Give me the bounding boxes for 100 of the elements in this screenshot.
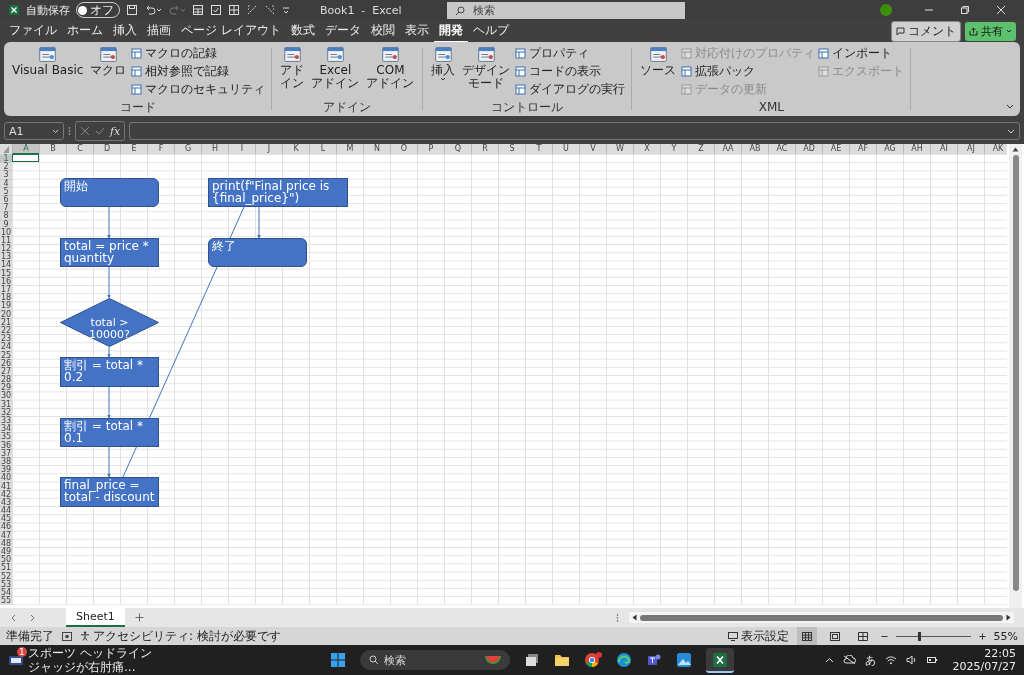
column-header[interactable]: Q [444, 144, 471, 154]
clock-time[interactable]: 22:05 [984, 647, 1016, 660]
ribbon-button[interactable]: アド イン [278, 44, 307, 101]
row-header[interactable]: 45 [0, 514, 12, 523]
row-header[interactable]: 9 [0, 219, 12, 228]
battery-icon[interactable] [925, 655, 938, 665]
display-settings-button[interactable]: 表示設定 [727, 627, 789, 645]
column-header[interactable]: M [336, 144, 363, 154]
wifi-icon[interactable] [884, 655, 897, 665]
taskbar-search-field[interactable]: 検索 [360, 650, 510, 670]
menu-tab[interactable]: ファイル [4, 19, 62, 43]
add-sheet-icon[interactable] [134, 613, 144, 622]
scroll-right-icon[interactable] [1006, 614, 1011, 621]
row-header[interactable]: 17 [0, 285, 12, 294]
menu-tab[interactable]: データ [319, 19, 366, 43]
column-header[interactable]: AF [849, 144, 876, 154]
grid-icon[interactable] [228, 4, 240, 16]
column-header[interactable]: D [93, 144, 120, 154]
row-header[interactable]: 48 [0, 538, 12, 547]
clock-date[interactable]: 2025/07/27 [952, 660, 1016, 673]
news-headline[interactable]: ジャッジが右肘痛... [28, 660, 152, 674]
menu-tab[interactable]: 描画 [142, 19, 176, 43]
menu-tab[interactable]: ヘルプ [467, 19, 514, 43]
row-header[interactable]: 22 [0, 325, 12, 335]
windows-start-icon[interactable] [330, 652, 346, 668]
row-header[interactable]: 10 [0, 227, 12, 236]
check-icon[interactable] [95, 126, 105, 136]
row-header[interactable]: 46 [0, 522, 12, 531]
row-header[interactable]: 18 [0, 293, 12, 302]
menu-tab[interactable]: 挿入 [108, 19, 142, 43]
column-header[interactable]: A [12, 144, 39, 154]
share-button[interactable]: 共有 [965, 21, 1016, 41]
column-header[interactable]: Y [660, 144, 687, 154]
menu-tab[interactable]: 数式 [285, 19, 320, 43]
column-header[interactable]: X [633, 144, 660, 154]
ribbon-button[interactable]: ソース [638, 44, 679, 101]
sheet-tab[interactable]: Sheet1 [66, 608, 125, 627]
insert-function-button[interactable]: fx [110, 124, 121, 138]
column-header[interactable]: C [66, 144, 93, 154]
search-field[interactable]: 検索 [447, 1, 686, 19]
customize-caret-icon[interactable] [282, 4, 290, 16]
row-header[interactable]: 26 [0, 358, 12, 367]
row-header[interactable]: 33 [0, 416, 12, 425]
slider-thumb[interactable] [918, 631, 922, 641]
row-header[interactable]: 23 [0, 334, 12, 343]
more-icon[interactable] [68, 126, 71, 136]
ribbon-button[interactable]: Visual Basic [10, 44, 86, 101]
row-header[interactable]: 43 [0, 497, 12, 507]
row-header[interactable]: 40 [0, 473, 12, 482]
scroll-thumb[interactable] [640, 614, 1003, 621]
row-header[interactable]: 16 [0, 276, 12, 285]
row-header[interactable]: 55 [0, 596, 12, 605]
ribbon-item[interactable]: コードの表示 [515, 63, 626, 80]
column-header[interactable]: H [201, 144, 228, 154]
cancel-icon[interactable] [80, 126, 90, 136]
column-header[interactable]: U [552, 144, 579, 154]
row-header[interactable]: 19 [0, 301, 12, 310]
horizontal-scrollbar[interactable] [629, 612, 1014, 623]
zoom-in-icon[interactable] [978, 632, 986, 640]
menu-tab[interactable]: ページ レイアウト [176, 19, 286, 43]
expand-caret-icon[interactable] [1007, 128, 1015, 134]
accessibility-button[interactable]: アクセシビリティ: 検討が必要です [80, 627, 281, 645]
formula-input[interactable] [129, 122, 1020, 140]
checkbox-icon[interactable] [210, 4, 222, 16]
row-header[interactable]: 1 [0, 154, 12, 163]
column-header[interactable]: AD [795, 144, 822, 154]
column-header[interactable]: T [525, 144, 552, 154]
column-header[interactable]: Z [687, 144, 714, 154]
ribbon-item[interactable]: プロパティ [515, 45, 626, 62]
row-header[interactable]: 44 [0, 506, 12, 515]
column-header[interactable]: AI [930, 144, 957, 154]
ribbon-item[interactable]: 拡張パック [681, 63, 816, 80]
row-header[interactable]: 14 [0, 260, 12, 269]
row-header[interactable]: 6 [0, 194, 12, 204]
zoom-level[interactable]: 55% [993, 629, 1018, 643]
cell-cursor[interactable] [12, 154, 39, 163]
ribbon-button[interactable]: COM アドイン [364, 44, 417, 101]
column-header[interactable]: AG [876, 144, 903, 154]
speaker-icon[interactable] [905, 655, 917, 665]
row-header[interactable]: 31 [0, 399, 12, 408]
previous-sheet-icon[interactable] [10, 613, 18, 622]
ribbon-button[interactable]: 挿入 [429, 44, 458, 101]
row-header[interactable]: 20 [0, 309, 12, 318]
row-header[interactable]: 42 [0, 489, 12, 498]
row-header[interactable]: 27 [0, 366, 12, 376]
avatar-icon[interactable] [880, 4, 892, 16]
row-header[interactable]: 53 [0, 579, 12, 588]
menu-tab[interactable]: 表示 [399, 19, 434, 43]
row-header[interactable]: 13 [0, 252, 12, 261]
column-header[interactable]: AC [768, 144, 795, 154]
ribbon-item[interactable]: マクロのセキュリティ [131, 81, 266, 98]
comment-button[interactable]: コメント [891, 20, 961, 42]
vertical-scrollbar[interactable] [1009, 144, 1022, 608]
column-header[interactable]: AE [822, 144, 849, 154]
next-sheet-icon[interactable] [28, 613, 36, 622]
menu-tab[interactable]: 校閲 [365, 19, 400, 43]
row-header[interactable]: 32 [0, 407, 12, 416]
column-header[interactable]: I [228, 144, 255, 154]
row-header[interactable]: 50 [0, 555, 12, 564]
row-header[interactable]: 29 [0, 383, 12, 392]
